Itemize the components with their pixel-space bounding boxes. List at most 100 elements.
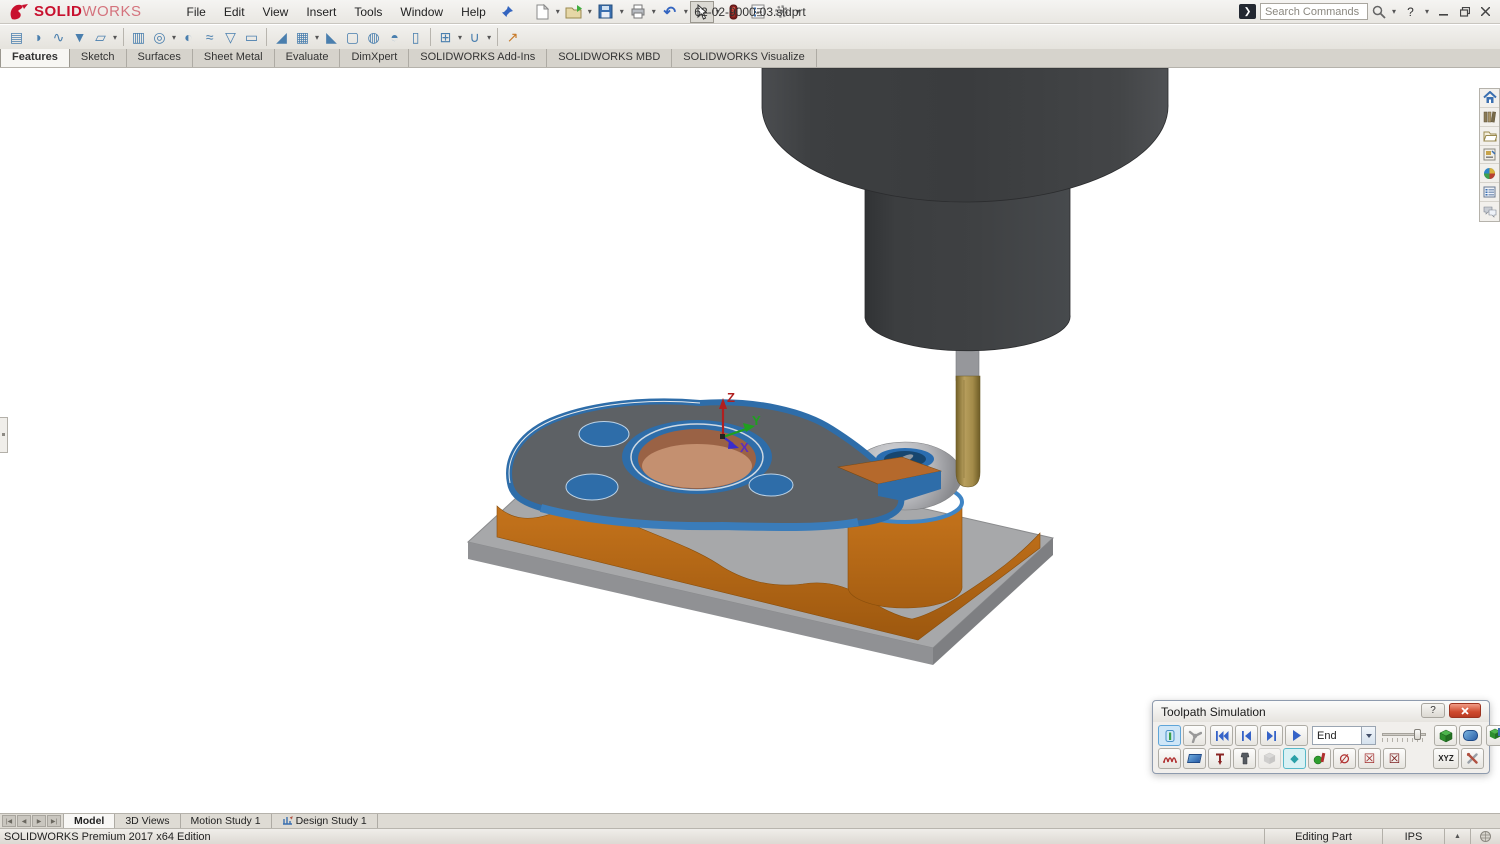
open-dropdown-caret[interactable]: ▾	[586, 7, 594, 16]
tab-sheet-metal[interactable]: Sheet Metal	[193, 48, 275, 67]
print-icon[interactable]	[626, 1, 650, 23]
menu-window[interactable]: Window	[391, 1, 452, 23]
new-icon[interactable]	[530, 1, 554, 23]
draft-icon[interactable]: ◣	[321, 27, 342, 47]
undo-icon[interactable]: ↶	[658, 1, 682, 23]
pattern-dropdown-caret[interactable]: ▾	[313, 33, 321, 42]
revolved-cut-icon[interactable]: ◐	[178, 27, 199, 47]
file-explorer-icon[interactable]	[1480, 127, 1499, 146]
skip-to-start-button[interactable]	[1210, 725, 1233, 746]
swept-boss-icon[interactable]: ∿	[48, 27, 69, 47]
machined-top-face[interactable]	[509, 401, 941, 527]
units-status[interactable]: IPS	[1382, 829, 1444, 844]
tool-holder-display-button[interactable]	[1158, 725, 1181, 746]
dome-icon[interactable]: ◓	[384, 27, 405, 47]
curves-dropdown-caret[interactable]: ▾	[485, 33, 493, 42]
close-icon[interactable]	[1477, 4, 1494, 20]
pin-menu-icon[interactable]	[501, 5, 514, 18]
tab-evaluate[interactable]: Evaluate	[275, 48, 341, 67]
tab-solidworks-mbd[interactable]: SOLIDWORKS MBD	[547, 48, 672, 67]
tab-model[interactable]: Model	[63, 814, 115, 828]
speed-slider[interactable]	[1380, 726, 1428, 746]
search-dropdown-caret[interactable]: ▾	[1390, 7, 1398, 16]
help-dropdown-caret[interactable]: ▾	[1423, 7, 1431, 16]
combo-caret-icon[interactable]	[1361, 727, 1375, 744]
tab-solidworks-add-ins[interactable]: SOLIDWORKS Add-Ins	[409, 48, 547, 67]
restore-icon[interactable]	[1456, 4, 1473, 20]
show-target-button[interactable]	[1459, 725, 1482, 746]
solidworks-resources-icon[interactable]	[1480, 89, 1499, 108]
curves-icon[interactable]: ∪	[464, 27, 485, 47]
select-dropdown-caret[interactable]: ▾	[714, 7, 722, 16]
gouge-check-2-button[interactable]: ☒	[1383, 748, 1406, 769]
simulation-options-button[interactable]	[1461, 748, 1484, 769]
show-stock-button[interactable]	[1434, 725, 1457, 746]
undo-dropdown-caret[interactable]: ▾	[682, 7, 690, 16]
chip-display-button[interactable]: ◆	[1283, 748, 1306, 769]
hole-wizard-dropdown-caret[interactable]: ▾	[170, 33, 178, 42]
tab-features[interactable]: Features	[0, 48, 70, 67]
stop-on-collision-button[interactable]	[1308, 748, 1331, 769]
save-stock-button[interactable]	[1486, 725, 1500, 746]
suppress-collision-check-button[interactable]: ∅	[1333, 748, 1356, 769]
dialog-help-button[interactable]: ?	[1421, 703, 1445, 718]
lofted-cut-icon[interactable]: ▽	[220, 27, 241, 47]
menu-edit[interactable]: Edit	[215, 1, 254, 23]
new-dropdown-caret[interactable]: ▾	[554, 7, 562, 16]
tab-3d-views[interactable]: 3D Views	[115, 814, 180, 828]
boss-dropdown-caret[interactable]: ▾	[111, 33, 119, 42]
slider-handle[interactable]	[1414, 729, 1421, 740]
mirror-icon[interactable]: ▯	[405, 27, 426, 47]
status-sphere-icon[interactable]	[1470, 829, 1500, 844]
step-back-button[interactable]	[1235, 725, 1258, 746]
print-dropdown-caret[interactable]: ▾	[650, 7, 658, 16]
featuremanager-flyout-handle[interactable]	[0, 417, 8, 453]
extruded-cut-icon[interactable]: ▥	[128, 27, 149, 47]
tab-scroll-first-icon[interactable]: |◀	[2, 815, 16, 827]
save-icon[interactable]	[594, 1, 618, 23]
hole-wizard-icon[interactable]: ◎	[149, 27, 170, 47]
swept-cut-icon[interactable]: ≈	[199, 27, 220, 47]
wrap-icon[interactable]: ◍	[363, 27, 384, 47]
menu-tools[interactable]: Tools	[345, 1, 391, 23]
tab-surfaces[interactable]: Surfaces	[127, 48, 193, 67]
custom-properties-icon[interactable]	[1480, 183, 1499, 202]
search-scope-icon[interactable]: ❯	[1239, 4, 1256, 19]
fillet-icon[interactable]: ◢	[271, 27, 292, 47]
search-commands-input[interactable]	[1260, 3, 1368, 20]
dialog-close-button[interactable]	[1449, 703, 1481, 718]
tab-scroll-last-icon[interactable]: ▶|	[47, 815, 61, 827]
options-gear-icon[interactable]	[770, 1, 794, 23]
tab-dimxpert[interactable]: DimXpert	[340, 48, 409, 67]
linear-pattern-icon[interactable]: ▦	[292, 27, 313, 47]
select-icon[interactable]	[690, 1, 714, 23]
options-dropdown-caret[interactable]: ▾	[794, 7, 802, 16]
tab-motion-study-1[interactable]: Motion Study 1	[181, 814, 272, 828]
reference-geometry-icon[interactable]: ⊞	[435, 27, 456, 47]
appearances-scenes-icon[interactable]	[1480, 164, 1499, 183]
lofted-boss-icon[interactable]: ▼	[69, 27, 90, 47]
end-mode-select[interactable]: End	[1312, 726, 1376, 745]
shell-icon[interactable]: ▢	[342, 27, 363, 47]
gouge-check-1-button[interactable]: ☒	[1358, 748, 1381, 769]
xyz-position-button[interactable]: XYZ	[1433, 748, 1459, 769]
tab-solidworks-visualize[interactable]: SOLIDWORKS Visualize	[672, 48, 816, 67]
tool-display-button[interactable]	[1208, 748, 1231, 769]
menu-view[interactable]: View	[254, 1, 298, 23]
tab-scroll-prev-icon[interactable]: ◀	[17, 815, 31, 827]
tab-design-study-1[interactable]: Design Study 1	[272, 814, 378, 828]
minimize-icon[interactable]	[1435, 4, 1452, 20]
extruded-boss-icon[interactable]: ▤	[6, 27, 27, 47]
toolpath-display-button[interactable]	[1158, 748, 1181, 769]
rebuild-icon[interactable]	[722, 1, 746, 23]
fixture-display-button[interactable]	[1258, 748, 1281, 769]
turbo-mode-button[interactable]	[1183, 725, 1206, 746]
tab-sketch[interactable]: Sketch	[70, 48, 127, 67]
holder-display-button[interactable]	[1233, 748, 1256, 769]
help-icon[interactable]: ?	[1402, 4, 1419, 20]
view-palette-icon[interactable]	[1480, 146, 1499, 165]
reference-geometry-dropdown-caret[interactable]: ▾	[456, 33, 464, 42]
menu-insert[interactable]: Insert	[297, 1, 345, 23]
boundary-cut-icon[interactable]: ▭	[241, 27, 262, 47]
machined-stock-display-button[interactable]	[1183, 748, 1206, 769]
